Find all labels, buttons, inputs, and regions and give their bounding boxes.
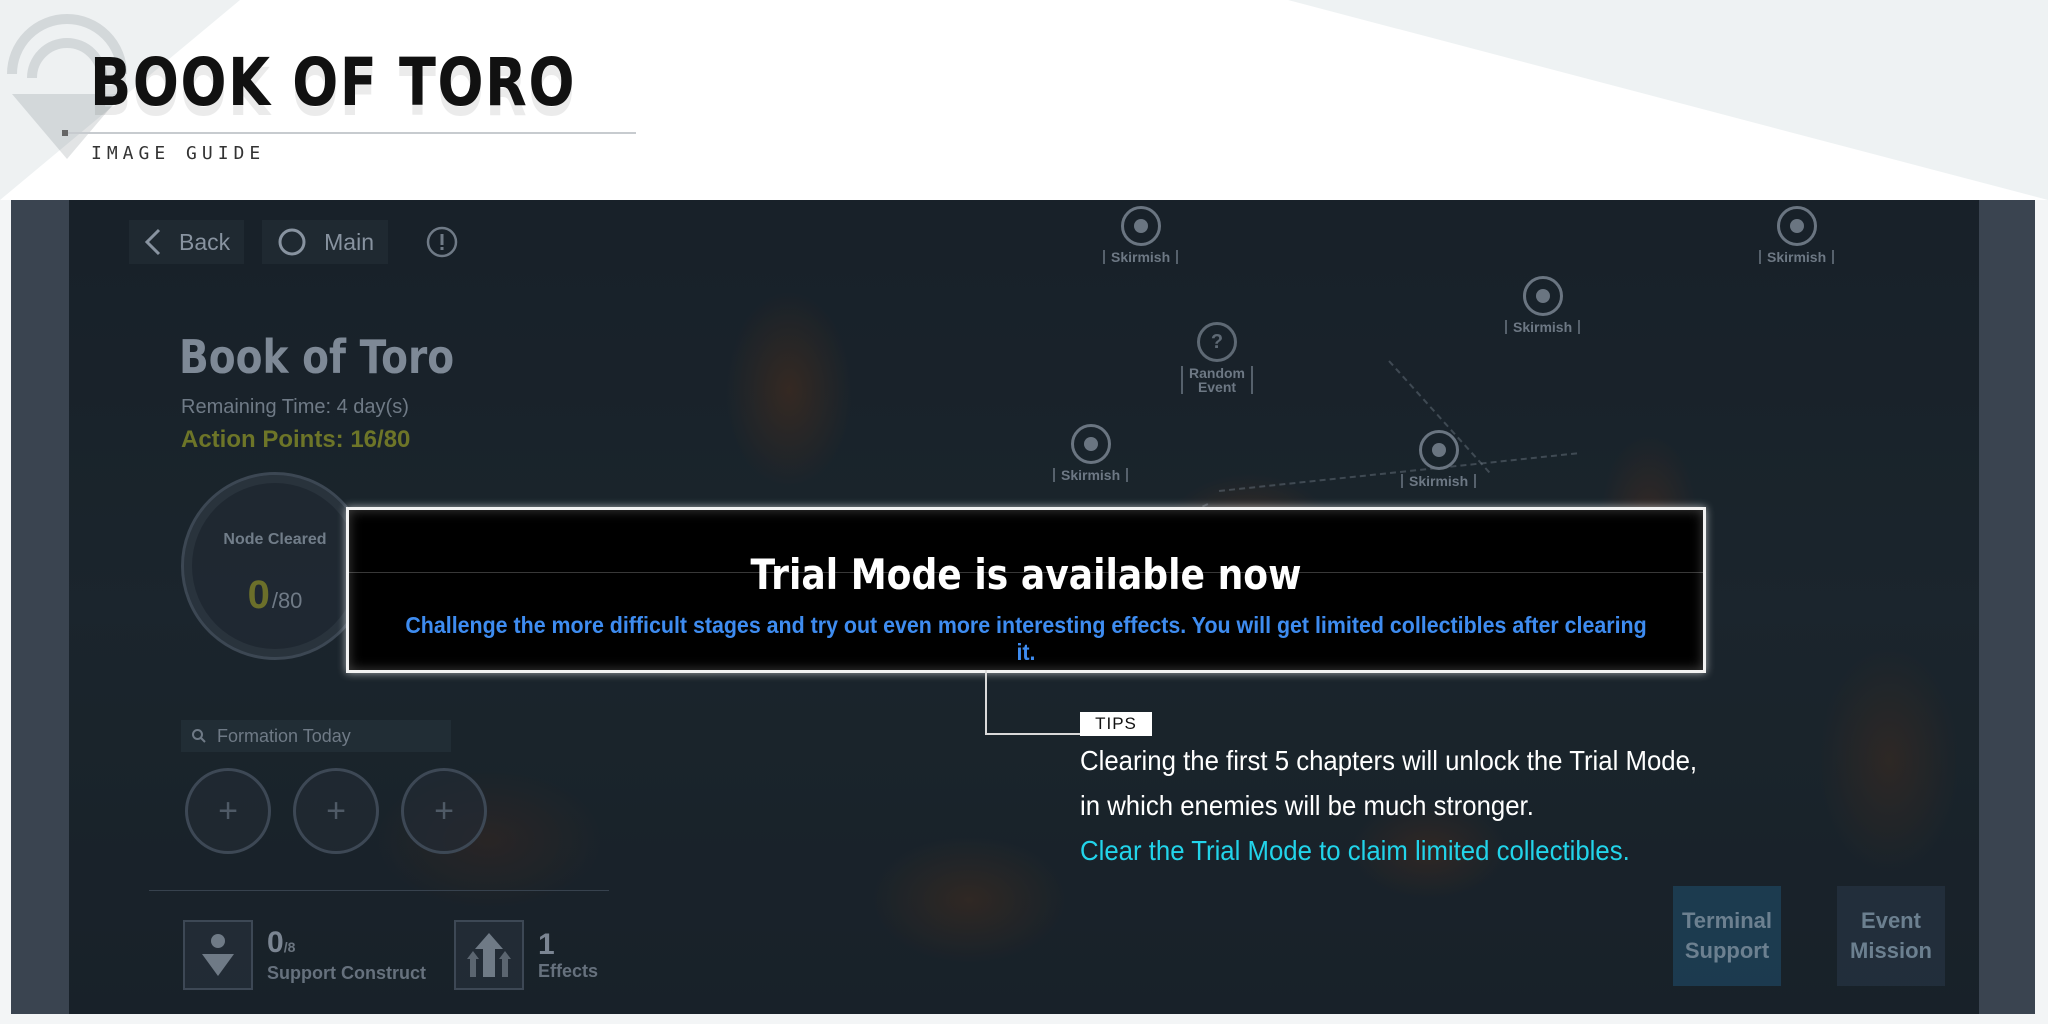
map-node-skirmish[interactable]: Skirmish (1759, 206, 1835, 264)
callout-line (985, 670, 987, 734)
terminal-support-button[interactable]: Terminal Support (1673, 886, 1781, 986)
callout-line (985, 733, 1081, 735)
search-icon (192, 729, 206, 743)
skirmish-node-icon (1070, 424, 1111, 464)
support-total: /8 (283, 938, 296, 955)
main-label: Main (324, 228, 374, 255)
node-cleared-label: Node Cleared (223, 531, 327, 548)
back-button[interactable]: Back (129, 220, 245, 264)
map-node-skirmish[interactable]: Skirmish (1505, 276, 1581, 334)
formation-today-bar[interactable]: Formation Today (181, 720, 451, 752)
guide-title: BOOK OF TORO (90, 44, 577, 121)
bottom-stats: 0/8 Support Construct 1 Effects (183, 920, 598, 990)
effects-label: Effects (538, 960, 599, 981)
terminal-label-line: Support (1684, 938, 1770, 963)
mission-label-line: Mission (1850, 938, 1932, 963)
support-value: 0 (267, 925, 284, 959)
guide-subtitle: IMAGE GUIDE (91, 143, 266, 164)
node-cleared-value: 0/80 (184, 573, 366, 618)
tips-text: Clearing the first 5 chapters will unloc… (1080, 738, 1697, 873)
tips-line: in which enemies will be much stronger. (1080, 790, 1534, 821)
support-count: 0/8 (267, 925, 426, 963)
event-mission-label: Event Mission (1850, 906, 1932, 966)
node-cleared-count: 0 (247, 573, 270, 617)
support-construct-stat: 0/8 Support Construct (267, 925, 426, 984)
map-node-skirmish[interactable]: Skirmish (1103, 206, 1179, 264)
event-mission-button[interactable]: Event Mission (1837, 886, 1945, 986)
home-circle-icon (278, 228, 306, 256)
support-label: Support Construct (267, 962, 426, 983)
node-caption-line: Event (1197, 379, 1237, 395)
skirmish-node-icon (1120, 206, 1161, 246)
node-cleared-total: /80 (271, 588, 303, 613)
node-caption: Skirmish (1401, 474, 1477, 488)
remaining-time: Remaining Time: 4 day(s) (181, 396, 409, 418)
arrows-up-icon (467, 933, 511, 977)
mission-label-line: Event (1861, 908, 1921, 933)
tips-highlight-line: Clear the Trial Mode to claim limited co… (1080, 835, 1630, 866)
skirmish-node-icon (1776, 206, 1817, 246)
tips-tag: TIPS (1080, 712, 1152, 736)
guide-header: BOOK OF TORO IMAGE GUIDE (0, 0, 2048, 200)
panel-divider (149, 890, 609, 891)
info-icon[interactable] (426, 226, 458, 258)
back-label: Back (179, 228, 231, 255)
formation-slots: + + + (185, 768, 487, 854)
node-cleared-progress: Node Cleared 0/80 (181, 472, 369, 660)
node-caption: Skirmish (1759, 250, 1835, 264)
banner-description: Challenge the more difficult stages and … (405, 612, 1647, 665)
header-decor-right (1288, 0, 2048, 200)
trial-mode-banner: Trial Mode is available now Challenge th… (346, 507, 1706, 673)
action-points: Action Points: 16/80 (181, 426, 411, 453)
question-mark-icon: ? (1197, 322, 1237, 362)
event-title: Book of Toro (179, 330, 455, 384)
map-node-skirmish[interactable]: Skirmish (1053, 424, 1129, 482)
banner-title: Trial Mode is available now (750, 550, 1302, 599)
top-navigation: Back Main (129, 220, 458, 264)
terminal-support-label: Terminal Support (1682, 906, 1772, 966)
node-caption: Skirmish (1505, 320, 1581, 334)
node-caption: Skirmish (1053, 468, 1129, 482)
skirmish-node-icon (1522, 276, 1563, 316)
node-caption: Skirmish (1103, 250, 1179, 264)
main-button[interactable]: Main (262, 220, 388, 264)
title-divider-dot (62, 130, 68, 136)
effects-stat: 1 Effects (538, 927, 599, 982)
add-member-slot[interactable]: + (401, 768, 487, 854)
map-node-random-event[interactable]: ? Random Event (1181, 322, 1253, 394)
chevron-left-icon (144, 228, 161, 256)
title-divider (64, 132, 636, 134)
support-construct-button[interactable] (183, 920, 253, 990)
map-node-skirmish[interactable]: Skirmish (1401, 430, 1477, 488)
add-member-slot[interactable]: + (293, 768, 379, 854)
support-construct-icon (202, 934, 234, 976)
effects-button[interactable] (454, 920, 524, 990)
formation-label: Formation Today (217, 725, 351, 746)
effects-count: 1 (538, 927, 555, 961)
tips-line: Clearing the first 5 chapters will unloc… (1080, 745, 1698, 776)
terminal-label-line: Terminal (1681, 908, 1773, 933)
add-member-slot[interactable]: + (185, 768, 271, 854)
node-caption: Random Event (1181, 366, 1253, 394)
skirmish-node-icon (1418, 430, 1459, 470)
